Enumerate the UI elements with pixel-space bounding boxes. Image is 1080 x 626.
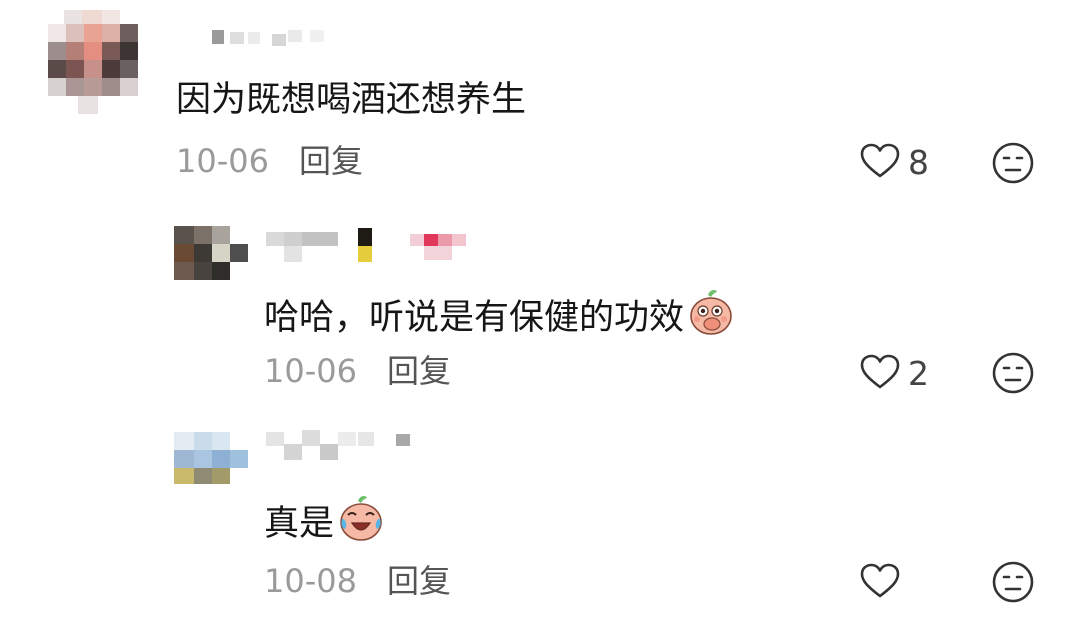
peach-laugh-cry-emoji [336, 493, 386, 554]
comment-date: 10-06 [176, 142, 269, 180]
reply-button[interactable]: 回复 [299, 142, 363, 180]
reply-button[interactable]: 回复 [387, 352, 451, 390]
neutral-face-icon [992, 142, 1034, 188]
comment-meta: 10-06 回复 [264, 351, 451, 391]
comment-text: 真是 [264, 493, 386, 554]
like-button[interactable]: 2 [860, 354, 929, 394]
comment-meta: 10-06 回复 [176, 141, 363, 181]
username-blurred[interactable] [266, 430, 426, 470]
like-button[interactable]: 8 [860, 143, 929, 183]
like-button[interactable] [860, 563, 908, 603]
heart-outline-icon [860, 143, 900, 183]
like-count: 2 [908, 354, 929, 393]
dislike-button[interactable] [992, 142, 1034, 188]
comment-meta: 10-08 回复 [264, 561, 451, 601]
comment-text: 因为既想喝酒还想养生 [176, 80, 527, 120]
comment-date: 10-06 [264, 352, 357, 390]
dislike-button[interactable] [992, 561, 1034, 607]
username-blurred[interactable] [176, 30, 376, 50]
peach-cover-mouth-emoji [686, 287, 736, 348]
neutral-face-icon [992, 352, 1034, 398]
comment-text: 哈哈，听说是有保健的功效 [264, 287, 736, 348]
reply-button[interactable]: 回复 [387, 562, 451, 600]
heart-outline-icon [860, 563, 900, 603]
avatar[interactable] [48, 10, 144, 118]
username-blurred[interactable] [266, 228, 506, 268]
comment-thread: 因为既想喝酒还想养生 10-06 回复 8 哈哈，听说是有保健的功效 10-06… [0, 0, 1080, 626]
like-count: 8 [908, 143, 929, 182]
avatar[interactable] [174, 432, 250, 488]
heart-outline-icon [860, 354, 900, 394]
avatar[interactable] [174, 226, 250, 284]
dislike-button[interactable] [992, 352, 1034, 398]
comment-date: 10-08 [264, 562, 357, 600]
neutral-face-icon [992, 561, 1034, 607]
